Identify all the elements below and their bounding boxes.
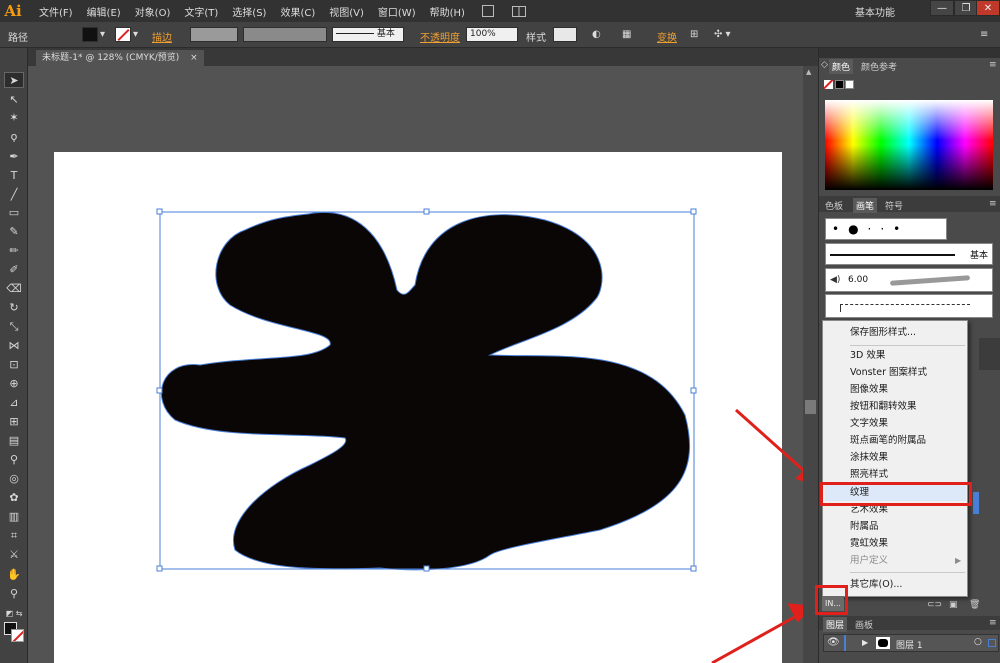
basic-brush-row[interactable]: 基本 [825,243,993,265]
speaker-icon: ◀) [830,275,841,285]
link-icon[interactable]: ⊂⊃ [927,600,942,610]
layer-row[interactable]: 👁 ▶ 图层 1 ○ [823,634,999,652]
panel-menu-icon[interactable]: ≡ [989,60,997,70]
panel-menu-icon[interactable]: ≡ [989,618,997,628]
panel-menu-icon[interactable]: ≡ [989,199,997,209]
scroll-thumb[interactable] [805,400,816,414]
annotation-highlight-textures [820,482,972,506]
menu-item-user-defined: 用户定义 [850,555,889,566]
color-spectrum[interactable] [825,100,993,190]
graphic-style-library-menu: 保存图形样式... 3D 效果 Vonster 图案样式 图像效果 按钮和翻转效… [822,320,968,597]
white-swatch[interactable] [845,80,854,89]
menu-item-button-rollover[interactable]: 按钮和翻转效果 [850,398,965,415]
menu-item-3d-effects[interactable]: 3D 效果 [850,347,965,364]
pattern-brush-row[interactable] [825,294,993,318]
layer-color-bar [844,635,846,651]
visibility-eye-icon[interactable]: 👁 [827,637,840,648]
selection-square-icon[interactable] [988,639,996,647]
menu-item-blob-brush[interactable]: 斑点画笔的附属品 [850,432,965,449]
calligraphic-brush-row[interactable]: ◀) 6.00 [825,268,993,292]
target-circle-icon[interactable]: ○ [974,637,982,647]
blob-shape[interactable] [160,212,691,571]
menu-item-image-effects[interactable]: 图像效果 [850,381,965,398]
tab-symbols[interactable]: 符号 [885,199,903,212]
annotation-highlight-library-button [815,585,848,615]
menu-item-text-effects[interactable]: 文字效果 [850,415,965,432]
menu-divider [850,572,965,573]
tab-layers[interactable]: 图层 [823,617,848,632]
black-swatch[interactable] [835,80,844,89]
scroll-indicator [973,492,979,514]
brushes-tab-bar [819,196,1000,212]
submenu-arrow-icon: ▶ [955,556,962,565]
tab-artboards[interactable]: 画板 [855,618,873,631]
menu-item-scribble[interactable]: 涂抹效果 [850,449,965,466]
tab-color[interactable]: 颜色 [829,59,854,74]
delete-icon[interactable]: 🗑 [969,600,980,610]
panel-side-strip [979,338,1000,370]
layer-name[interactable]: 图层 1 [896,638,923,651]
tab-color-guide[interactable]: 颜色参考 [861,60,897,73]
menu-item-lighting[interactable]: 照亮样式 [850,466,965,483]
scroll-up-icon[interactable]: ▲ [806,68,811,76]
basic-brush-label: 基本 [969,251,988,261]
tab-brushes[interactable]: 画笔 [853,198,878,213]
dock-header [819,48,1000,58]
menu-item-other-library[interactable]: 其它库(O)... [850,576,965,593]
brush-presets-row[interactable]: •●··• [825,218,947,240]
menu-item-neon[interactable]: 霓虹效果 [850,535,965,552]
new-style-icon[interactable]: ▣ [949,600,958,610]
brush-size-label: 6.00 [848,275,869,285]
menu-item-vonster[interactable]: Vonster 图案样式 [850,364,965,381]
vertical-scrollbar[interactable]: ▲ [803,66,818,663]
expand-triangle-icon[interactable]: ▶ [862,638,868,647]
menu-item-additive[interactable]: 附属品 [850,518,965,535]
collapse-icon[interactable]: ◇ [821,60,828,70]
layer-thumbnail [876,637,890,649]
menu-divider [850,345,965,346]
none-swatch[interactable] [824,80,833,89]
tab-swatches[interactable]: 色板 [825,199,843,212]
menu-item-save-style[interactable]: 保存图形样式... [850,324,965,341]
